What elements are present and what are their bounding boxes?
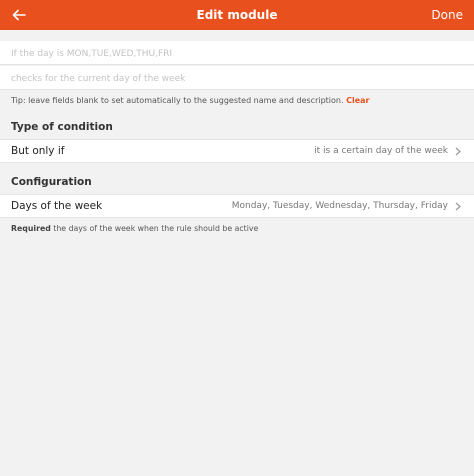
tip-message: Tip: leave fields blank to set automatic… [11, 96, 344, 105]
chevron-right-icon [454, 146, 462, 156]
required-text: the days of the week when the rule shoul… [53, 224, 259, 233]
done-button[interactable]: Done [431, 0, 463, 30]
arrow-left-icon [12, 9, 26, 21]
tip-text: Tip: leave fields blank to set automatic… [11, 96, 369, 105]
name-field-row [0, 41, 474, 66]
days-of-week-value: Monday, Tuesday, Wednesday, Thursday, Fr… [231, 201, 448, 211]
description-field-row [0, 66, 474, 91]
but-only-if-label: But only if [11, 145, 65, 157]
type-of-condition-heading: Type of condition [11, 121, 113, 133]
configuration-heading: Configuration [11, 176, 92, 188]
page-title: Edit module [196, 8, 278, 22]
but-only-if-value: it is a certain day of the week [314, 146, 448, 156]
days-of-week-label: Days of the week [11, 200, 103, 212]
but-only-if-row[interactable]: But only if it is a certain day of the w… [0, 139, 474, 163]
name-input[interactable] [0, 42, 474, 66]
required-note: Required the days of the week when the r… [11, 224, 258, 233]
days-of-week-row[interactable]: Days of the week Monday, Tuesday, Wednes… [0, 194, 474, 218]
chevron-right-icon [454, 201, 462, 211]
back-button[interactable] [9, 4, 29, 26]
description-input[interactable] [0, 67, 474, 91]
clear-link[interactable]: Clear [346, 96, 369, 105]
required-label: Required [11, 224, 51, 233]
header-bar: Edit module Done [0, 0, 474, 30]
